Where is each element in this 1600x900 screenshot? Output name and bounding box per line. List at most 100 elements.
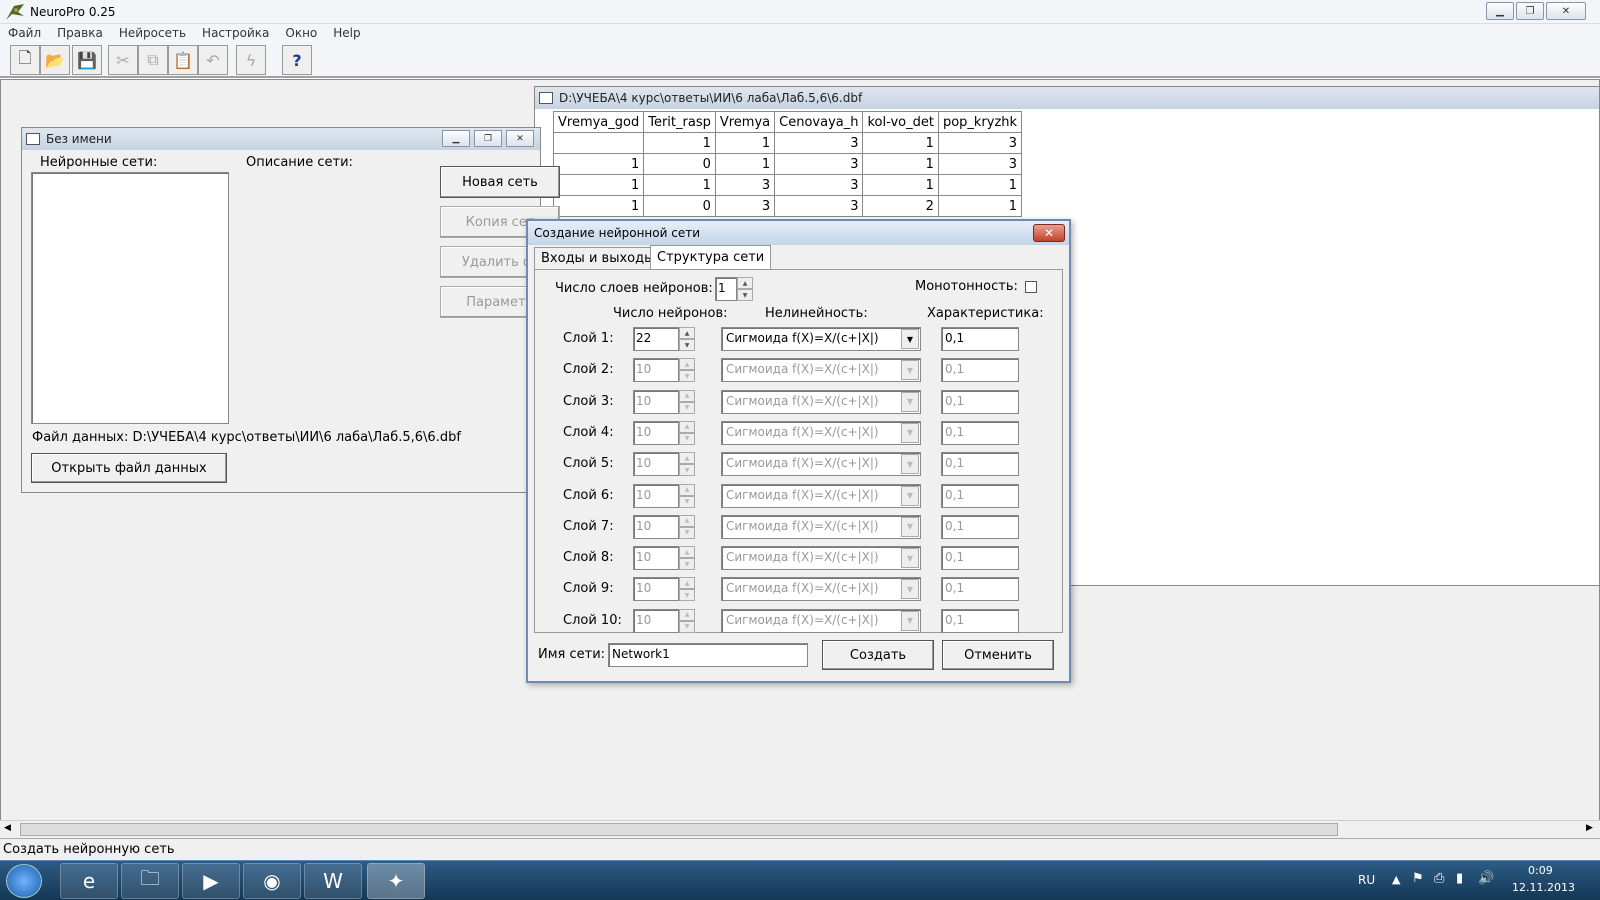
menu-item[interactable]: Окно	[277, 26, 325, 40]
table-cell[interactable]: 1	[937, 195, 1023, 217]
layer-nonlinearity-select[interactable]: Сигмоида f(X)=X/(c+|X|) ▼	[721, 546, 921, 571]
chevron-down-icon[interactable]: ▼	[901, 485, 919, 506]
table-cell[interactable]: 3	[937, 153, 1023, 175]
start-button[interactable]	[6, 864, 42, 898]
spin-down-icon[interactable]: ▼	[679, 620, 695, 633]
layer-neurons-value[interactable]: 10	[633, 420, 679, 445]
table-cell[interactable]: 1	[643, 174, 716, 196]
minimize-button[interactable]: ▁	[1486, 2, 1514, 20]
new-file-icon[interactable]: 🗋	[10, 45, 40, 75]
clock-time[interactable]: 0:09	[1528, 864, 1553, 877]
layer-characteristic-input[interactable]: 0,1	[941, 358, 1019, 383]
layer-neurons-stepper[interactable]: 10 ▲ ▼	[633, 420, 695, 445]
scrollbar-thumb[interactable]	[20, 823, 1338, 836]
table-cell[interactable]: 3	[937, 132, 1023, 154]
layer-neurons-value[interactable]: 10	[633, 608, 679, 633]
table-cell[interactable]: 1	[862, 174, 939, 196]
spin-down-icon[interactable]: ▼	[679, 464, 695, 477]
spin-up-icon[interactable]: ▲	[679, 608, 695, 621]
chevron-down-icon[interactable]: ▼	[901, 516, 919, 537]
table-cell[interactable]: 1	[714, 132, 776, 154]
chevron-down-icon[interactable]: ▼	[901, 329, 919, 349]
minimize-button[interactable]: ▁	[442, 130, 470, 147]
column-header[interactable]: Vremya	[714, 111, 776, 133]
spin-down-icon[interactable]: ▼	[679, 370, 695, 383]
layer-characteristic-input[interactable]: 0,1	[941, 420, 1019, 445]
table-row[interactable]: 101313	[552, 153, 1023, 175]
table-row[interactable]: 11313	[552, 132, 1023, 154]
layer-neurons-value[interactable]: 22	[633, 327, 679, 351]
monotone-checkbox[interactable]	[1025, 281, 1037, 293]
table-row[interactable]: 113311	[552, 174, 1023, 196]
restore-button[interactable]: ❐	[1516, 2, 1544, 20]
layer-nonlinearity-select[interactable]: Сигмоида f(X)=X/(c+|X|) ▼	[721, 327, 921, 351]
table-cell[interactable]: 1	[552, 195, 645, 217]
table-cell[interactable]: 3	[774, 132, 864, 154]
table-cell[interactable]: 2	[862, 195, 939, 217]
column-header[interactable]: kol-vo_det	[862, 111, 939, 133]
layer-nonlinearity-select[interactable]: Сигмоида f(X)=X/(c+|X|) ▼	[721, 452, 921, 477]
file-explorer-icon[interactable]: 🗀	[121, 863, 179, 899]
spin-down-icon[interactable]: ▼	[679, 432, 695, 445]
spin-down-icon[interactable]: ▼	[737, 289, 753, 301]
layer-neurons-stepper[interactable]: 10 ▲ ▼	[633, 452, 695, 477]
layer-nonlinearity-select[interactable]: Сигмоида f(X)=X/(c+|X|) ▼	[721, 389, 921, 414]
layer-neurons-stepper[interactable]: 10 ▲ ▼	[633, 358, 695, 383]
flag-icon[interactable]: ⚑	[1412, 871, 1424, 886]
layer-neurons-value[interactable]: 10	[633, 389, 679, 414]
save-icon[interactable]: 💾	[72, 45, 102, 75]
new-network-button[interactable]: Новая сеть	[440, 166, 560, 198]
column-header[interactable]: pop_kryzhk	[937, 111, 1023, 133]
menu-item[interactable]: Нейросеть	[111, 26, 194, 40]
data-table[interactable]: Vremya_god Terit_rasp Vremya Cenovaya_h kol-…	[552, 111, 1023, 217]
column-header[interactable]: Cenovaya_h	[774, 111, 864, 133]
table-cell[interactable]: 3	[714, 174, 776, 196]
layer-neurons-stepper[interactable]: 10 ▲ ▼	[633, 483, 695, 508]
spin-down-icon[interactable]: ▼	[679, 339, 695, 351]
dialog-close-button[interactable]: ✕	[1033, 224, 1065, 242]
spin-up-icon[interactable]: ▲	[679, 452, 695, 465]
layer-neurons-stepper[interactable]: 22 ▲ ▼	[633, 327, 695, 351]
volume-icon[interactable]: 🔊	[1478, 871, 1494, 886]
spin-up-icon[interactable]: ▲	[679, 577, 695, 590]
table-cell[interactable]: 1	[552, 153, 645, 175]
scroll-left-icon[interactable]: ◀	[4, 823, 11, 833]
column-header[interactable]: Vremya_god	[552, 111, 645, 133]
layer-nonlinearity-select[interactable]: Сигмоида f(X)=X/(c+|X|) ▼	[721, 483, 921, 508]
spin-down-icon[interactable]: ▼	[679, 589, 695, 602]
table-cell[interactable]: 0	[643, 153, 716, 175]
layer-neurons-stepper[interactable]: 10 ▲ ▼	[633, 608, 695, 633]
cut-icon[interactable]: ✂	[108, 45, 138, 75]
layer-neurons-value[interactable]: 10	[633, 546, 679, 571]
table-cell[interactable]: 3	[774, 153, 864, 175]
open-folder-icon[interactable]: 📂	[40, 45, 70, 75]
neuropro-task-icon[interactable]: ✦	[367, 863, 425, 899]
menu-item[interactable]: Файл	[0, 26, 49, 40]
close-button[interactable]: ✕	[506, 130, 534, 147]
spin-down-icon[interactable]: ▼	[679, 401, 695, 414]
spin-down-icon[interactable]: ▼	[679, 495, 695, 508]
spin-up-icon[interactable]: ▲	[737, 277, 753, 289]
layer-neurons-value[interactable]: 10	[633, 577, 679, 602]
chevron-down-icon[interactable]: ▼	[901, 360, 919, 381]
table-cell[interactable]: 1	[862, 132, 939, 154]
layer-characteristic-input[interactable]: 0,1	[941, 483, 1019, 508]
table-cell[interactable]	[552, 132, 645, 154]
layer-neurons-value[interactable]: 10	[633, 358, 679, 383]
layer-neurons-stepper[interactable]: 10 ▲ ▼	[633, 577, 695, 602]
layers-count-value[interactable]: 1	[715, 277, 737, 301]
layer-characteristic-input[interactable]: 0,1	[941, 327, 1019, 351]
scroll-right-icon[interactable]: ▶	[1586, 823, 1593, 833]
restore-button[interactable]: ❐	[474, 130, 502, 147]
close-button[interactable]: ✕	[1546, 2, 1586, 20]
media-player-icon[interactable]: ▶	[182, 863, 240, 899]
chevron-down-icon[interactable]: ▼	[901, 610, 919, 631]
networks-listbox[interactable]	[31, 172, 229, 424]
spin-up-icon[interactable]: ▲	[679, 483, 695, 496]
layer-neurons-value[interactable]: 10	[633, 483, 679, 508]
table-cell[interactable]: 1	[937, 174, 1023, 196]
table-cell[interactable]: 3	[714, 195, 776, 217]
layer-nonlinearity-select[interactable]: Сигмоида f(X)=X/(c+|X|) ▼	[721, 514, 921, 539]
help-icon[interactable]: ?	[282, 45, 312, 75]
chevron-down-icon[interactable]: ▼	[901, 548, 919, 569]
